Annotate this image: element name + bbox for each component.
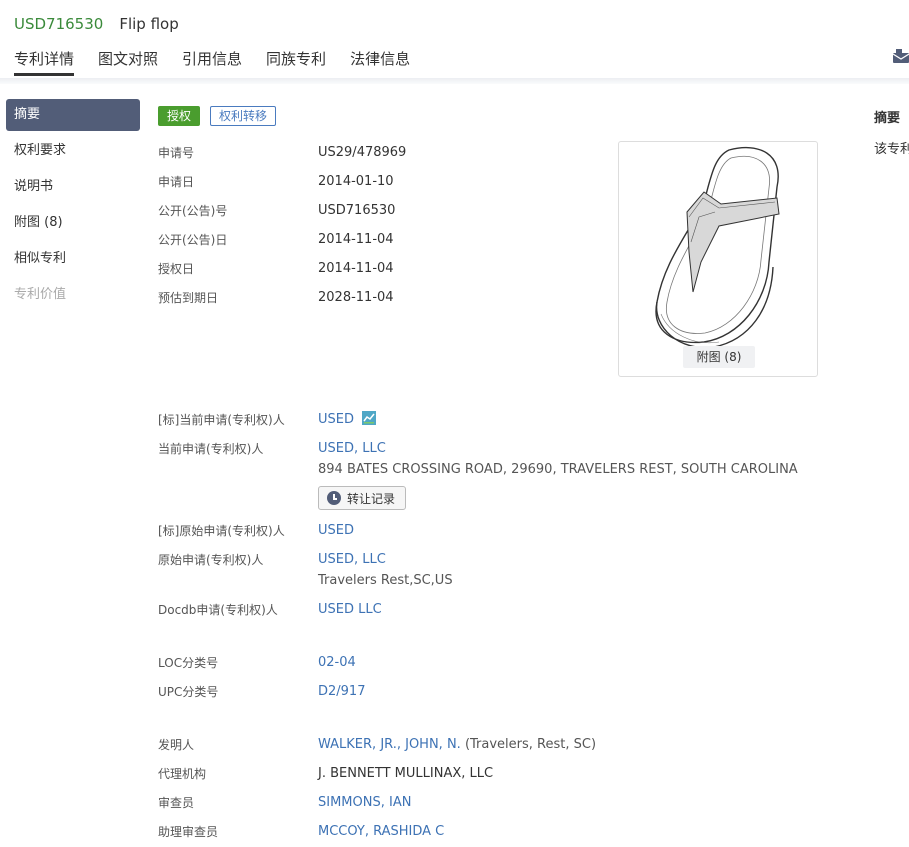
field-label: 发明人 (158, 738, 195, 752)
field-value: 2028-11-04 (318, 290, 394, 305)
field-label: 助理审查员 (158, 825, 219, 839)
field-label: 审查员 (158, 796, 195, 810)
tab-bar: 专利详情 图文对照 引用信息 同族专利 法律信息 (14, 46, 434, 76)
tab-patent-details[interactable]: 专利详情 (14, 46, 75, 76)
sidebar-item-figures[interactable]: 附图 (8) (6, 207, 140, 243)
field-label: 申请号 (158, 146, 195, 160)
abstract-text: 该专利 (874, 142, 909, 157)
trend-chart-icon[interactable] (362, 411, 377, 425)
sidebar-nav: 摘要 权利要求 说明书 附图 (8) 相似专利 专利价值 (6, 99, 140, 315)
patent-figure[interactable]: 附图 (8) (618, 141, 818, 377)
mail-icon[interactable] (893, 49, 909, 63)
field-label: 申请日 (158, 175, 195, 189)
field-label: 公开(公告)号 (158, 204, 228, 218)
upc-class-link[interactable]: D2/917 (318, 682, 365, 702)
figure-caption[interactable]: 附图 (8) (683, 346, 755, 368)
assistant-examiner-link[interactable]: MCCOY, RASHIDA C (318, 822, 444, 842)
abstract-title: 摘要 (874, 111, 901, 126)
title-row: USD716530 Flip flop (14, 13, 179, 35)
docdb-applicant-link[interactable]: USED LLC (318, 600, 382, 620)
sidebar-item-abstract[interactable]: 摘要 (6, 99, 140, 131)
field-label: 当前申请(专利权)人 (158, 442, 264, 456)
patent-number: USD716530 (14, 15, 104, 33)
header-divider (0, 78, 909, 84)
transfer-history-label: 转让记录 (347, 491, 396, 506)
current-applicant-link[interactable]: USED, LLC (318, 439, 386, 459)
field-value: WALKER, JR., JOHN, N. (Travelers, Rest, … (318, 735, 596, 755)
field-value: 2014-01-10 (318, 174, 394, 189)
field-label: 预估到期日 (158, 291, 219, 305)
inventor-link[interactable]: WALKER, JR., JOHN, N. (318, 737, 461, 752)
field-value: 2014-11-04 (318, 261, 394, 276)
field-value: USED (318, 410, 377, 430)
granted-badge: 授权 (158, 106, 201, 126)
original-applicant-link[interactable]: USED, LLC (318, 550, 386, 570)
tab-legal[interactable]: 法律信息 (350, 46, 410, 76)
field-value: USD716530 (318, 203, 396, 218)
field-label: Docdb申请(专利权)人 (158, 603, 278, 617)
field-label: UPC分类号 (158, 685, 219, 699)
field-label: 代理机构 (158, 767, 207, 781)
field-label: 公开(公告)日 (158, 233, 228, 247)
field-label: 授权日 (158, 262, 195, 276)
field-label: LOC分类号 (158, 656, 219, 670)
sidebar-item-value: 专利价值 (14, 287, 67, 302)
tab-image-text[interactable]: 图文对照 (98, 46, 158, 76)
field-label: 原始申请(专利权)人 (158, 553, 264, 567)
current-applicant-address: 894 BATES CROSSING ROAD, 29690, TRAVELER… (318, 462, 798, 477)
sidebar-item-similar[interactable]: 相似专利 (6, 243, 140, 279)
abstract-panel: 摘要 该专利 (874, 100, 909, 160)
tab-citations[interactable]: 引用信息 (182, 46, 242, 76)
examiner-link[interactable]: SIMMONS, IAN (318, 793, 411, 813)
std-current-applicant-link[interactable]: USED (318, 412, 354, 427)
status-badges: 授权 权利转移 (158, 106, 277, 126)
tab-family[interactable]: 同族专利 (266, 46, 326, 76)
agency-value: J. BENNETT MULLINAX, LLC (318, 766, 494, 781)
flip-flop-drawing (655, 146, 780, 349)
transfer-history-button[interactable]: 转让记录 (318, 486, 407, 510)
std-original-applicant-link[interactable]: USED (318, 521, 354, 541)
patent-title: Flip flop (119, 15, 179, 33)
loc-class-link[interactable]: 02-04 (318, 653, 356, 673)
transfer-badge[interactable]: 权利转移 (210, 106, 277, 126)
sidebar-item-claims[interactable]: 权利要求 (6, 135, 140, 171)
sidebar-item-description[interactable]: 说明书 (6, 171, 140, 207)
clock-icon (327, 491, 341, 505)
field-label: [标]当前申请(专利权)人 (158, 413, 285, 427)
field-value: 2014-11-04 (318, 232, 394, 247)
page-header: USD716530 Flip flop 专利详情 图文对照 引用信息 同族专利 … (0, 0, 909, 80)
field-label: [标]原始申请(专利权)人 (158, 524, 285, 538)
original-applicant-address: Travelers Rest,SC,US (318, 573, 453, 588)
inventor-location: (Travelers, Rest, SC) (464, 737, 597, 752)
field-value: US29/478969 (318, 145, 407, 160)
